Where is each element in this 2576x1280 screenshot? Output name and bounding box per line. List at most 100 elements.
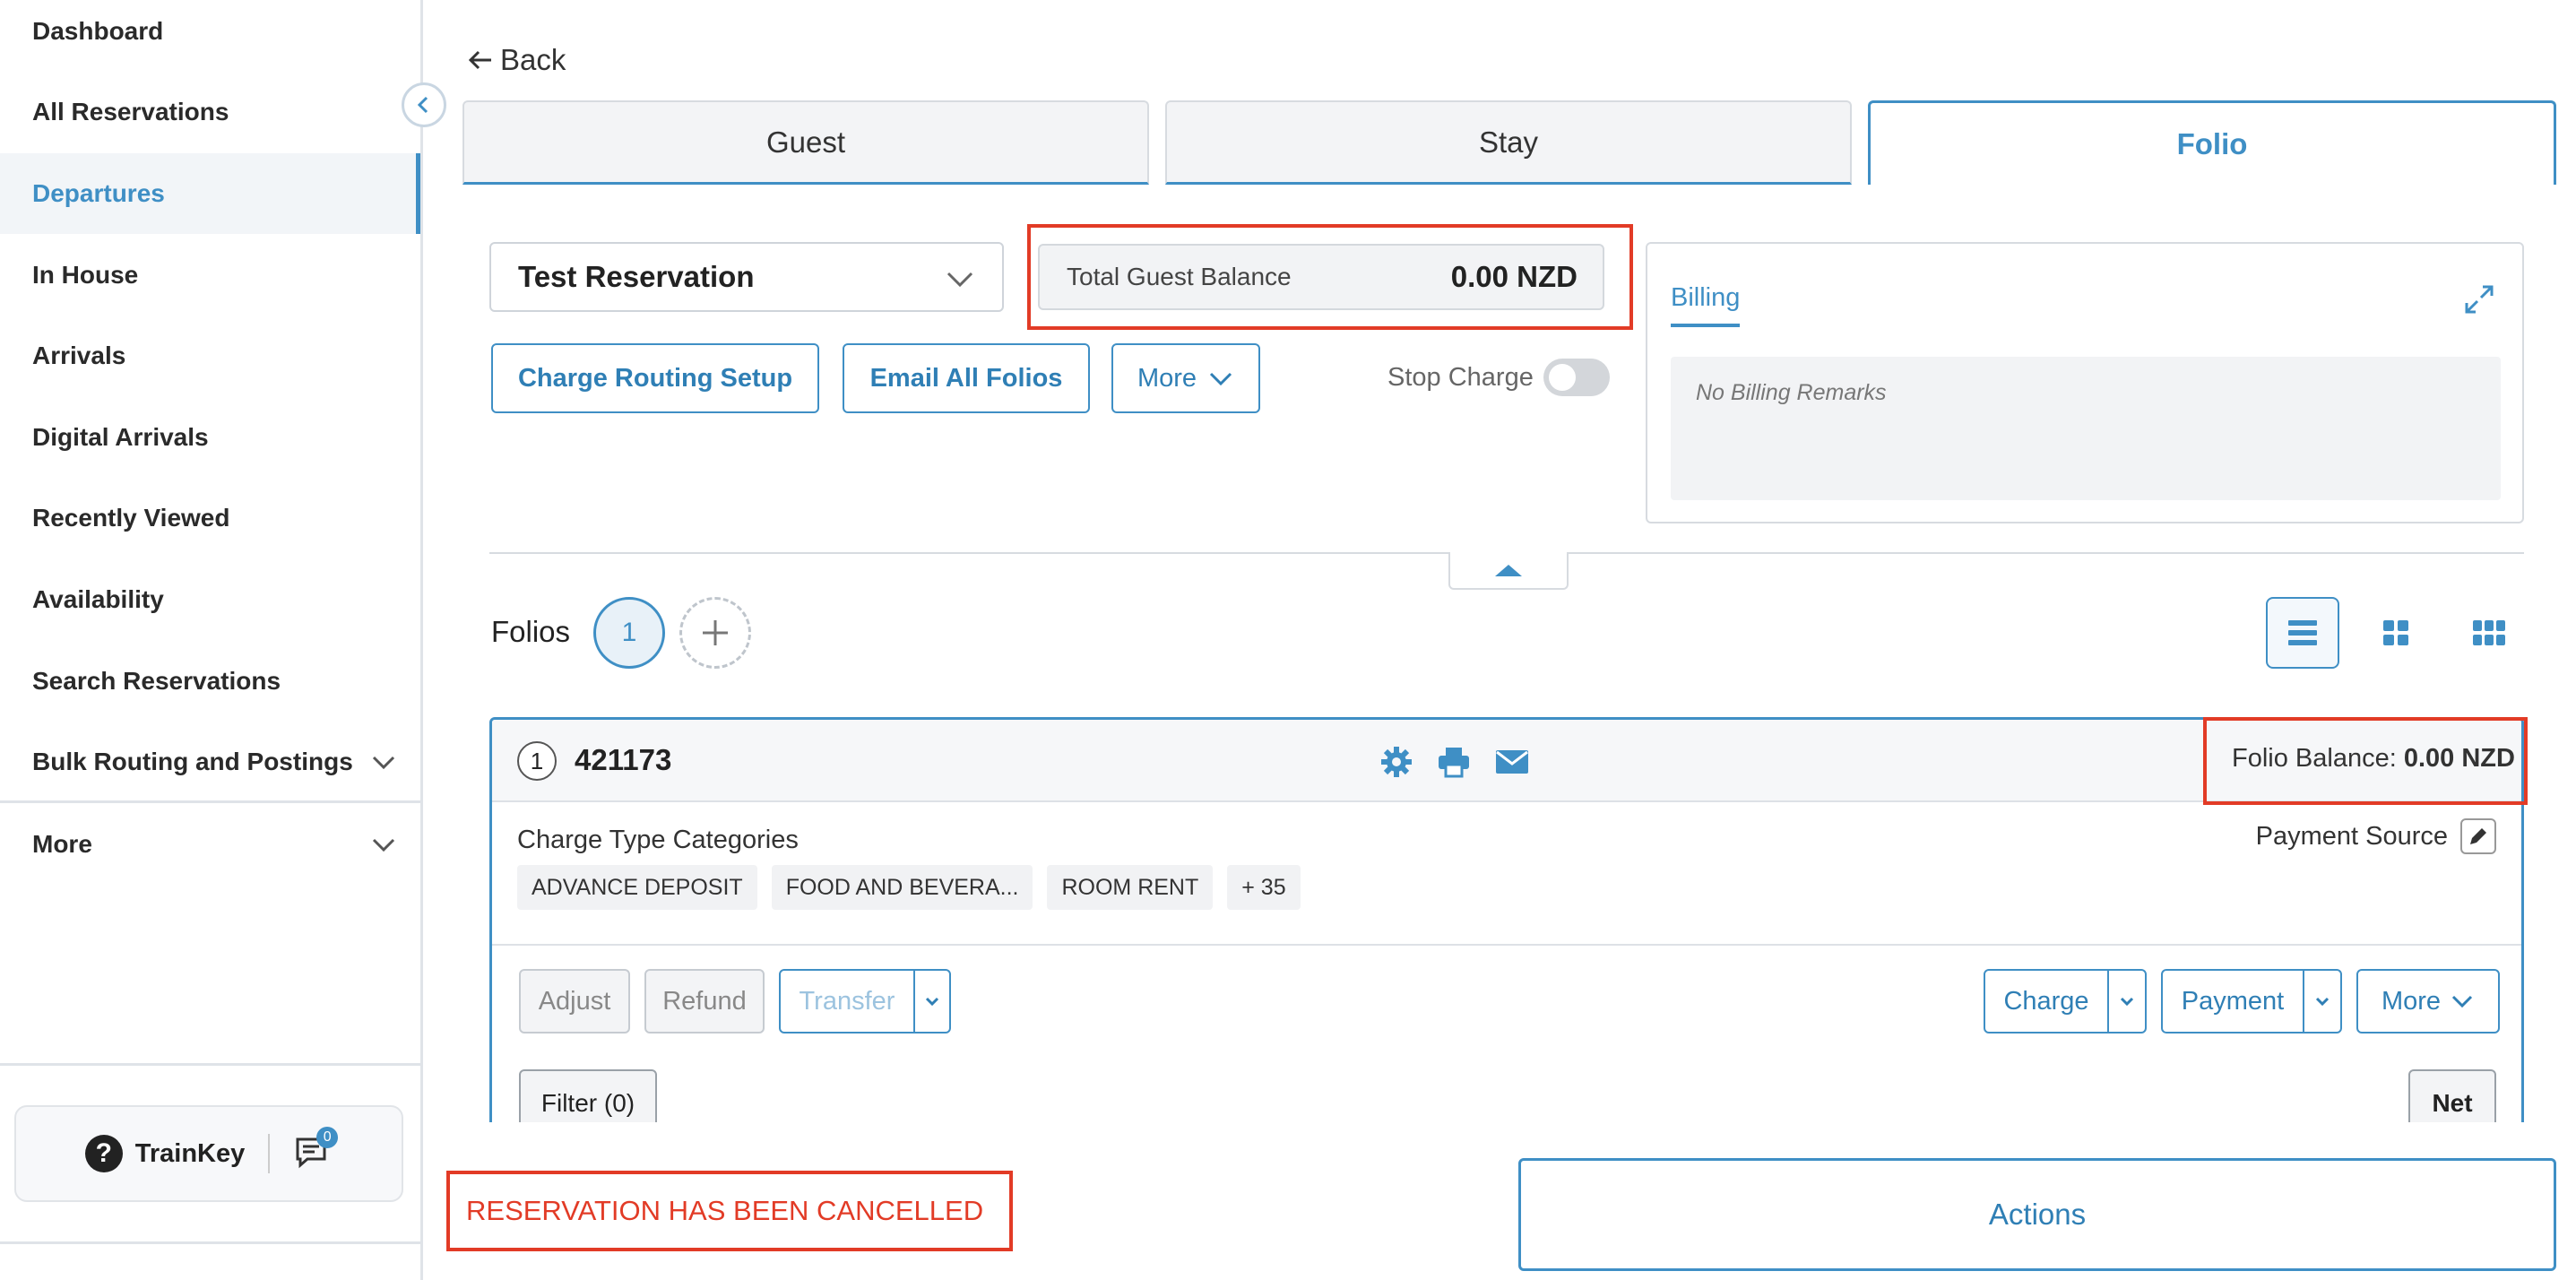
sidebar-item-in-house[interactable]: In House [0, 235, 420, 316]
sidebar-divider [0, 1063, 420, 1066]
sidebar-item-label: Bulk Routing and Postings [32, 748, 353, 775]
chevron-left-icon [417, 96, 428, 114]
charge-dropdown-button[interactable] [2107, 969, 2147, 1034]
charge-routing-setup-button[interactable]: Charge Routing Setup [491, 343, 819, 413]
actions-button[interactable]: Actions [1518, 1158, 2556, 1271]
list-view-button[interactable] [2266, 597, 2339, 669]
chat-button[interactable]: 0 [293, 1127, 339, 1173]
more-categories-chip[interactable]: + 35 [1227, 865, 1301, 910]
sidebar-item-digital-arrivals[interactable]: Digital Arrivals [0, 397, 420, 478]
button-label: Filter (0) [540, 1089, 635, 1117]
button-label: Net [2432, 1089, 2473, 1117]
collapse-section-button[interactable] [1448, 552, 1569, 590]
folio-divider [492, 944, 2521, 946]
chevron-down-icon [2315, 997, 2330, 1007]
expand-icon[interactable] [2461, 281, 2497, 317]
sidebar-item-more[interactable]: More [0, 804, 420, 885]
help-panel: ? TrainKey 0 [14, 1105, 403, 1202]
gear-icon[interactable] [1379, 745, 1413, 779]
caret-up-icon [1495, 565, 1522, 576]
tab-label: Guest [765, 125, 846, 159]
cancelled-banner: RESERVATION HAS BEEN CANCELLED [446, 1171, 1013, 1251]
button-label: Transfer [799, 986, 895, 1016]
category-chip[interactable]: ROOM RENT [1047, 865, 1214, 910]
tab-label: Folio [2176, 126, 2248, 160]
category-chips: ADVANCE DEPOSIT FOOD AND BEVERA... ROOM … [517, 865, 1301, 910]
balance-value: 0.00 NZD [1450, 260, 1578, 293]
billing-tab[interactable]: Billing [1671, 283, 1741, 327]
sidebar-item-arrivals[interactable]: Arrivals [0, 316, 420, 396]
transfer-dropdown-button[interactable] [913, 969, 951, 1034]
sidebar-item-recently-viewed[interactable]: Recently Viewed [0, 478, 420, 558]
stop-charge-toggle[interactable] [1543, 359, 1610, 396]
balance-label: Total Guest Balance [1067, 263, 1292, 290]
billing-remarks: No Billing Remarks [1671, 357, 2501, 500]
tab-guest[interactable]: Guest [462, 100, 1149, 185]
refund-button[interactable]: Refund [644, 969, 765, 1034]
filter-button[interactable]: Filter (0) [519, 1069, 657, 1127]
sidebar-item-label: Arrivals [32, 342, 126, 369]
printer-icon[interactable] [1437, 745, 1471, 779]
tab-folio[interactable]: Folio [1868, 100, 2556, 185]
chevron-down-icon [2451, 995, 2473, 1008]
grid-view-button[interactable] [2359, 597, 2433, 669]
folios-label: Folios [491, 615, 571, 648]
sidebar-footer [0, 1241, 420, 1280]
sidebar-item-all-reservations[interactable]: All Reservations [0, 72, 420, 152]
chevron-down-icon [2120, 997, 2134, 1007]
list-view-icon [2288, 620, 2317, 645]
reservation-select-value: Test Reservation [518, 260, 755, 293]
sidebar-item-availability[interactable]: Availability [0, 559, 420, 640]
folio-number-badge: 1 [517, 741, 557, 781]
charge-button[interactable]: Charge [1984, 969, 2109, 1034]
chevron-down-icon [925, 997, 939, 1007]
payment-button[interactable]: Payment [2161, 969, 2304, 1034]
trainkey-link[interactable]: TrainKey [135, 1139, 246, 1169]
more-button[interactable]: More [1111, 343, 1260, 413]
email-all-folios-button[interactable]: Email All Folios [843, 343, 1090, 413]
category-chip[interactable]: FOOD AND BEVERA... [771, 865, 1033, 910]
button-label: Refund [662, 986, 747, 1016]
billing-panel: Billing No Billing Remarks [1646, 242, 2524, 523]
payment-dropdown-button[interactable] [2303, 969, 2342, 1034]
add-folio-button[interactable] [679, 597, 751, 669]
sidebar-item-label: Availability [32, 585, 164, 613]
button-label: More [2381, 986, 2442, 1016]
button-label: Adjust [538, 986, 611, 1016]
transfer-button[interactable]: Transfer [779, 969, 915, 1034]
chevron-down-icon [947, 272, 973, 288]
compact-grid-icon [2473, 620, 2505, 645]
folio-id: 421173 [575, 743, 672, 776]
tab-label: Stay [1478, 125, 1539, 159]
reservation-select[interactable]: Test Reservation [489, 242, 1004, 312]
back-label: Back [500, 43, 566, 76]
sidebar-item-departures[interactable]: Departures [0, 153, 420, 234]
button-label: Charge Routing Setup [517, 363, 793, 393]
adjust-button[interactable]: Adjust [519, 969, 630, 1034]
folio-selector-1[interactable]: 1 [593, 597, 665, 669]
reservation-tabs: Guest Stay Folio [461, 100, 2556, 185]
back-link[interactable]: Back [466, 43, 566, 77]
tab-stay[interactable]: Stay [1165, 100, 1852, 185]
chevron-down-icon [1209, 372, 1232, 386]
button-label: Actions [1988, 1198, 2087, 1231]
help-icon[interactable]: ? [84, 1135, 123, 1172]
sidebar-item-search-reservations[interactable]: Search Reservations [0, 641, 420, 722]
sidebar-item-bulk-routing[interactable]: Bulk Routing and Postings [0, 722, 420, 802]
folio-more-button[interactable]: More [2356, 969, 2500, 1034]
cancelled-text: RESERVATION HAS BEEN CANCELLED [466, 1195, 984, 1226]
charge-type-categories-title: Charge Type Categories [517, 826, 799, 854]
mail-icon[interactable] [1494, 745, 1530, 779]
net-toggle-button[interactable]: Net [2408, 1069, 2496, 1127]
payment-source: Payment Source [2256, 818, 2496, 854]
folio-balance-value: 0.00 NZD [2403, 744, 2515, 773]
total-guest-balance: Total Guest Balance 0.00 NZD [1038, 244, 1604, 310]
sidebar-item-label: Search Reservations [32, 667, 281, 695]
sidebar-item-dashboard[interactable]: Dashboard [0, 0, 420, 72]
category-chip[interactable]: ADVANCE DEPOSIT [517, 865, 757, 910]
edit-payment-source-button[interactable] [2460, 818, 2496, 854]
collapse-sidebar-button[interactable] [402, 82, 446, 127]
compact-grid-view-button[interactable] [2452, 597, 2526, 669]
billing-remarks-text: No Billing Remarks [1696, 380, 1887, 405]
button-label: Email All Folios [869, 363, 1063, 393]
